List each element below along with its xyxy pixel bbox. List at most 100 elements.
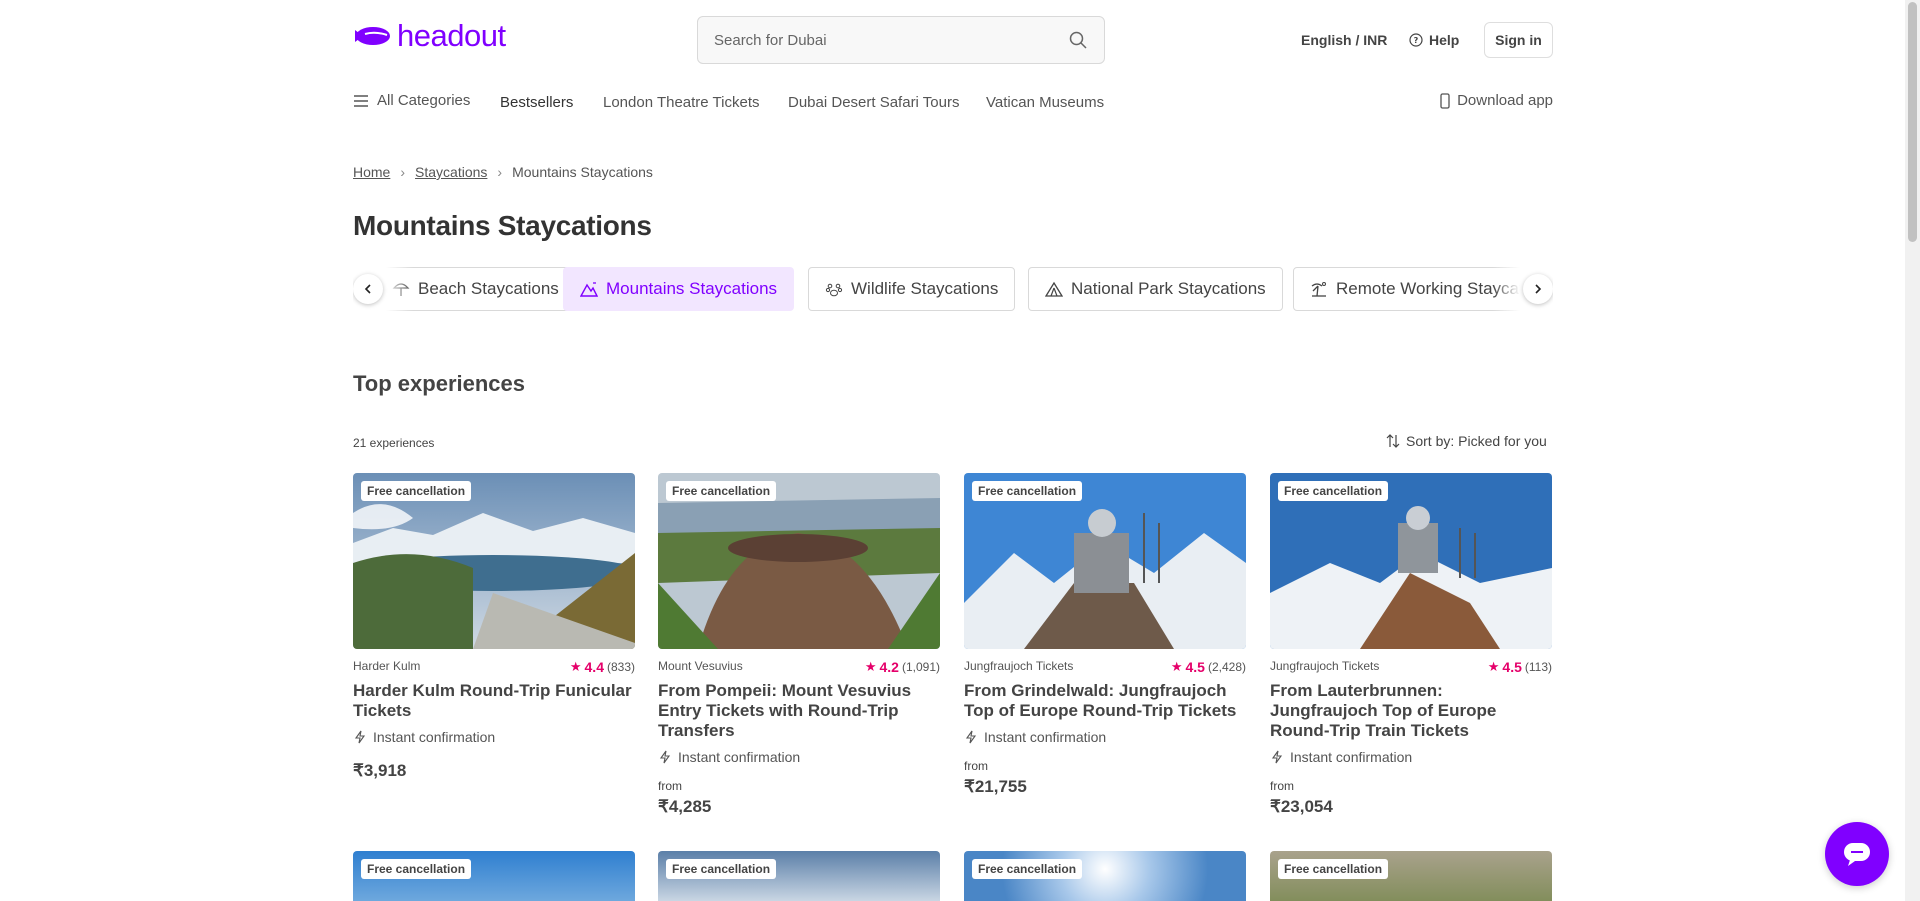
chip-label: Mountains Staycations (606, 279, 778, 298)
search-input[interactable]: Search for Dubai (697, 16, 1105, 64)
card-image[interactable]: Free cancellation (658, 473, 940, 649)
free-cancellation-badge: Free cancellation (1278, 859, 1389, 879)
rating-value: 4.4 (584, 659, 604, 675)
star-icon: ★ (1487, 659, 1500, 674)
all-categories-label: All Categories (377, 92, 471, 109)
breadcrumb: Home › Staycations › Mountains Staycatio… (353, 164, 1553, 180)
card-rating: ★ 4.5 (2,428) (1171, 659, 1246, 675)
chip-wildlife-staycations[interactable]: Wildlife Staycations (808, 267, 1016, 311)
instant-confirmation: Instant confirmation (353, 729, 635, 745)
rating-value: 4.2 (879, 659, 899, 675)
blimp-logo-icon (355, 27, 390, 45)
page-title: Mountains Staycations (353, 210, 652, 241)
instant-label: Instant confirmation (1290, 749, 1413, 765)
instant-confirmation: Instant confirmation (964, 729, 1246, 745)
card-price: ₹3,918 (353, 761, 407, 780)
sort-dropdown[interactable]: Sort by: Picked for you (1386, 433, 1547, 449)
category-chips: Beach Staycations Mountains Staycations … (353, 267, 1553, 311)
rating-value: 4.5 (1185, 659, 1205, 675)
chevron-right-icon: › (400, 164, 406, 180)
chevron-right-icon: › (497, 164, 503, 180)
star-icon: ★ (569, 659, 582, 674)
price-from-label: from (1270, 779, 1294, 793)
mountain-icon (580, 282, 598, 297)
experience-card-image[interactable]: Free cancellation (1270, 851, 1552, 901)
card-category[interactable]: Harder Kulm (353, 659, 420, 675)
free-cancellation-badge: Free cancellation (666, 859, 777, 879)
chevron-left-icon[interactable] (353, 274, 383, 304)
card-rating: ★ 4.5 (113) (1488, 659, 1552, 675)
nav-item-london-theatre[interactable]: London Theatre Tickets (603, 94, 760, 111)
card-rating: ★ 4.4 (833) (570, 659, 635, 675)
sign-in-button[interactable]: Sign in (1484, 22, 1553, 58)
card-price: ₹21,755 (964, 777, 1027, 796)
language-currency-selector[interactable]: English / INR (1301, 32, 1387, 48)
tent-icon (1045, 281, 1063, 297)
experience-card-image[interactable]: Free cancellation (658, 851, 940, 901)
nav-item-vatican-museums[interactable]: Vatican Museums (986, 94, 1104, 111)
instant-confirmation: Instant confirmation (1270, 749, 1552, 765)
chip-national-park-staycations[interactable]: National Park Staycations (1028, 267, 1283, 311)
review-count: (2,428) (1207, 660, 1246, 674)
lightning-icon (354, 730, 366, 744)
phone-icon (1440, 92, 1450, 109)
card-title[interactable]: From Pompeii: Mount Vesuvius Entry Ticke… (658, 681, 940, 741)
headout-logo[interactable]: headout (353, 18, 506, 54)
download-app-label: Download app (1457, 92, 1553, 109)
experience-card[interactable]: Free cancellation Jungfraujoch Tickets ★… (964, 473, 1246, 797)
breadcrumb-home[interactable]: Home (353, 164, 390, 180)
search-icon[interactable] (1068, 30, 1088, 50)
card-title[interactable]: From Lauterbrunnen: Jungfraujoch Top of … (1270, 681, 1552, 741)
nav-item-dubai-desert-safari[interactable]: Dubai Desert Safari Tours (788, 94, 959, 111)
chip-label: National Park Staycations (1071, 279, 1266, 298)
breadcrumb-current: Mountains Staycations (512, 164, 653, 180)
card-price: ₹4,285 (658, 797, 712, 816)
card-category[interactable]: Jungfraujoch Tickets (964, 659, 1073, 675)
help-circle-icon: ? (1409, 33, 1423, 47)
chip-label: Beach Staycations (418, 279, 559, 298)
free-cancellation-badge: Free cancellation (361, 481, 472, 501)
page-scrollbar[interactable] (1905, 0, 1920, 901)
card-title[interactable]: From Grindelwald: Jungfraujoch Top of Eu… (964, 681, 1246, 721)
card-category[interactable]: Jungfraujoch Tickets (1270, 659, 1379, 675)
logo-text: headout (397, 18, 506, 53)
card-title[interactable]: Harder Kulm Round-Trip Funicular Tickets (353, 681, 635, 721)
section-title: Top experiences (353, 371, 525, 396)
download-app-link[interactable]: Download app (1439, 92, 1553, 109)
free-cancellation-badge: Free cancellation (361, 859, 472, 879)
review-count: (1,091) (901, 660, 940, 674)
card-image[interactable]: Free cancellation (1270, 473, 1552, 649)
price-from-label: from (964, 759, 988, 773)
help-link[interactable]: ? Help (1409, 32, 1459, 48)
chip-mountains-staycations[interactable]: Mountains Staycations (563, 267, 795, 311)
category-nav: All Categories Bestsellers London Theatr… (353, 92, 1553, 114)
palm-tree-icon (1311, 282, 1326, 297)
free-cancellation-badge: Free cancellation (972, 859, 1083, 879)
experience-count: 21 experiences (353, 436, 435, 450)
chat-button[interactable] (1825, 822, 1889, 886)
experience-card-image[interactable]: Free cancellation (964, 851, 1246, 901)
experience-card[interactable]: Free cancellation Harder Kulm ★ 4.4 (833… (353, 473, 635, 781)
experience-card[interactable]: Free cancellation Mount Vesuvius ★ 4.2 (… (658, 473, 940, 817)
free-cancellation-badge: Free cancellation (666, 481, 777, 501)
search-placeholder: Search for Dubai (714, 32, 827, 49)
nav-item-bestsellers[interactable]: Bestsellers (500, 94, 573, 111)
price-from-label: from (658, 779, 682, 793)
chat-bubble-icon (1844, 843, 1870, 866)
rating-value: 4.5 (1502, 659, 1522, 675)
header: headout Search for Dubai English / INR ?… (353, 16, 1553, 64)
breadcrumb-staycations[interactable]: Staycations (415, 164, 487, 180)
card-image[interactable]: Free cancellation (964, 473, 1246, 649)
experience-card[interactable]: Free cancellation Jungfraujoch Tickets ★… (1270, 473, 1552, 817)
all-categories-menu[interactable]: All Categories (353, 92, 470, 109)
card-image[interactable]: Free cancellation (353, 473, 635, 649)
card-category[interactable]: Mount Vesuvius (658, 659, 743, 675)
instant-confirmation: Instant confirmation (658, 749, 940, 765)
hamburger-icon (354, 94, 368, 107)
chevron-right-icon[interactable] (1523, 274, 1553, 304)
experience-card-image[interactable]: Free cancellation (353, 851, 635, 901)
scrollbar-thumb[interactable] (1908, 2, 1917, 242)
free-cancellation-badge: Free cancellation (972, 481, 1083, 501)
lightning-icon (1271, 750, 1283, 764)
paw-icon (825, 283, 843, 297)
